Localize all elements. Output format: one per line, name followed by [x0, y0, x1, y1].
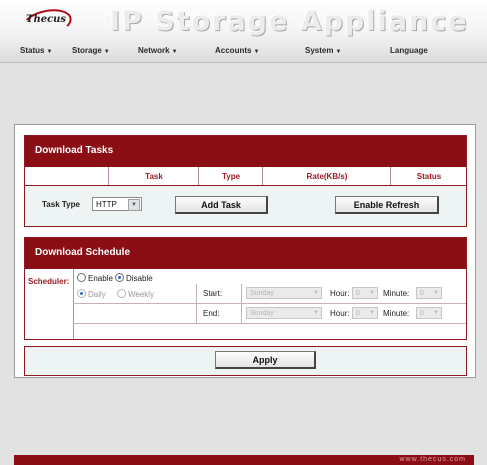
end-day-select[interactable]: Sunday ▼ — [246, 307, 322, 319]
radio-unchecked-icon — [77, 273, 86, 282]
end-row: End: Sunday ▼ Hour: 0 ▼ Minute: 0 ▼ — [73, 304, 466, 324]
chevron-down-icon: ▼ — [433, 310, 439, 316]
start-hour-label: Hour: — [330, 289, 350, 298]
end-hour-label: Hour: — [330, 309, 350, 318]
daily-label: Daily — [88, 290, 106, 299]
menu-language[interactable]: Language — [390, 46, 428, 55]
radio-unchecked-icon — [117, 289, 126, 298]
start-row: Daily Weekly Start: Sunday ▼ Hour: 0 ▼ M… — [73, 284, 466, 304]
divider — [196, 284, 197, 303]
chevron-down-icon: ▼ — [128, 199, 140, 211]
header: Thecus IP Storage Appliance Status ▼ Stor… — [0, 0, 487, 63]
menu-system[interactable]: System ▼ — [305, 46, 341, 55]
apply-bar: Apply — [24, 346, 467, 376]
menu-accounts-label: Accounts — [215, 46, 252, 55]
column-blank — [25, 167, 108, 187]
download-tasks-title: Download Tasks — [25, 136, 466, 166]
radio-checked-icon — [77, 289, 86, 298]
disable-label: Disable — [126, 274, 153, 283]
daily-option[interactable]: Daily — [77, 289, 106, 299]
menu-network-label: Network — [138, 46, 170, 55]
menu-network[interactable]: Network ▼ — [138, 46, 178, 55]
end-label: End: — [203, 309, 220, 318]
enable-refresh-button[interactable]: Enable Refresh — [335, 196, 439, 214]
menu-storage-label: Storage — [72, 46, 102, 55]
thecus-logo: Thecus — [19, 5, 75, 41]
scheduler-enable-option[interactable]: Enable — [77, 273, 113, 283]
logo-text: Thecus — [26, 14, 67, 25]
radio-checked-icon — [115, 273, 124, 282]
menu-status-label: Status — [20, 46, 45, 55]
divider — [241, 284, 242, 303]
divider — [241, 304, 242, 323]
scheduler-label: Scheduler: — [28, 277, 70, 286]
start-minute-select[interactable]: 0 ▼ — [416, 287, 442, 299]
tasks-table-header: Task Type Rate(KB/s) Status — [25, 166, 466, 187]
main-content: Download Tasks Task Type Rate(KB/s) Stat… — [14, 124, 476, 378]
end-minute-value: 0 — [420, 310, 424, 317]
footer-bar: www.thecus.com — [14, 455, 474, 465]
download-schedule-panel: Download Schedule Scheduler: Enable Disa… — [24, 237, 467, 340]
start-hour-select[interactable]: 0 ▼ — [352, 287, 378, 299]
app-window: Thecus IP Storage Appliance Status ▼ Stor… — [0, 0, 487, 465]
task-type-value: HTTP — [96, 200, 117, 209]
menu-system-label: System — [305, 46, 334, 55]
schedule-body: Scheduler: Enable Disable Daily Weekly S… — [25, 268, 466, 339]
column-type: Type — [198, 167, 263, 187]
chevron-down-icon: ▼ — [369, 290, 375, 296]
apply-button[interactable]: Apply — [215, 351, 316, 369]
weekly-option[interactable]: Weekly — [117, 289, 154, 299]
weekly-label: Weekly — [128, 290, 155, 299]
chevron-down-icon: ▼ — [313, 290, 319, 296]
start-day-select[interactable]: Sunday ▼ — [246, 287, 322, 299]
menu-storage[interactable]: Storage ▼ — [72, 46, 110, 55]
chevron-down-icon: ▼ — [313, 310, 319, 316]
chevron-down-icon: ▼ — [46, 49, 53, 55]
enable-label: Enable — [88, 274, 113, 283]
end-minute-label: Minute: — [383, 309, 410, 318]
chevron-down-icon: ▼ — [253, 49, 260, 55]
chevron-down-icon: ▼ — [369, 310, 375, 316]
end-hour-select[interactable]: 0 ▼ — [352, 307, 378, 319]
task-toolbar: Task Type HTTP ▼ Add Task Enable Refresh — [24, 185, 467, 227]
end-minute-select[interactable]: 0 ▼ — [416, 307, 442, 319]
start-day-value: Sunday — [250, 290, 274, 297]
task-type-label: Task Type — [42, 200, 80, 209]
start-label: Start: — [203, 289, 223, 298]
download-tasks-panel: Download Tasks Task Type Rate(KB/s) Stat… — [24, 135, 467, 188]
column-task: Task — [108, 167, 199, 187]
menu-accounts[interactable]: Accounts ▼ — [215, 46, 259, 55]
start-minute-label: Minute: — [383, 289, 410, 298]
end-day-value: Sunday — [250, 310, 274, 317]
main-menu: Status ▼ Storage ▼ Network ▼ Accounts ▼ Syst… — [0, 44, 487, 60]
product-banner: IP Storage Appliance — [110, 6, 469, 37]
divider — [196, 304, 197, 323]
chevron-down-icon: ▼ — [433, 290, 439, 296]
chevron-down-icon: ▼ — [103, 49, 110, 55]
footer-url: www.thecus.com — [399, 456, 466, 463]
add-task-button[interactable]: Add Task — [175, 196, 268, 214]
start-hour-value: 0 — [356, 290, 360, 297]
menu-language-label: Language — [390, 46, 428, 55]
task-type-select[interactable]: HTTP ▼ — [92, 197, 142, 211]
scheduler-disable-option[interactable]: Disable — [115, 273, 153, 283]
start-minute-value: 0 — [420, 290, 424, 297]
chevron-down-icon: ▼ — [171, 49, 178, 55]
download-schedule-title: Download Schedule — [25, 238, 466, 268]
chevron-down-icon: ▼ — [335, 49, 342, 55]
column-status: Status — [390, 167, 467, 187]
end-hour-value: 0 — [356, 310, 360, 317]
menu-status[interactable]: Status ▼ — [20, 46, 52, 55]
column-rate: Rate(KB/s) — [262, 167, 391, 187]
scheduler-label-cell: Scheduler: — [25, 269, 74, 339]
